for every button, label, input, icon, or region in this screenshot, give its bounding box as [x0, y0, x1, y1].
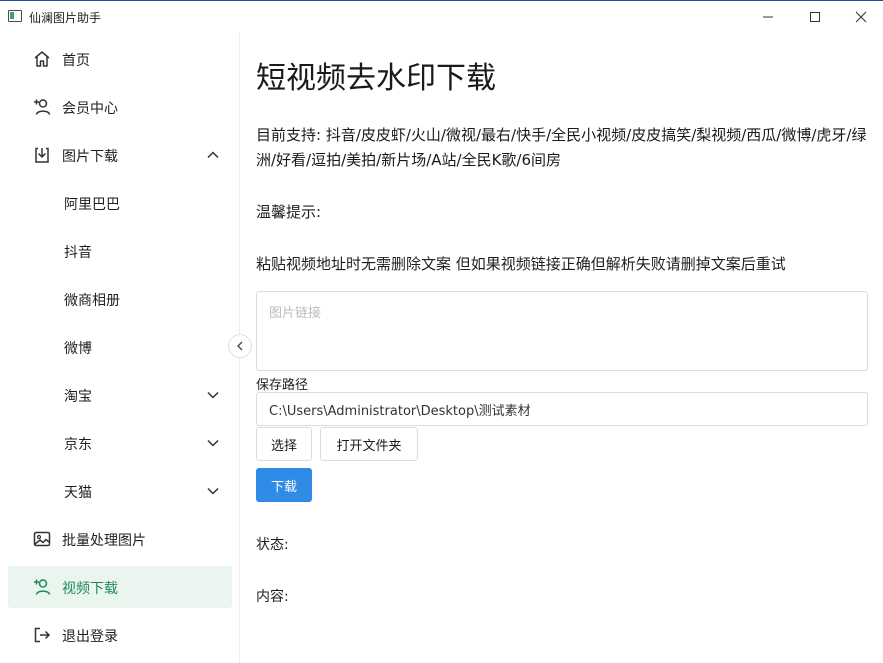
user-plus-icon [34, 579, 51, 595]
logout-icon [34, 627, 51, 643]
sidebar-item-label: 视频下载 [62, 581, 118, 597]
sidebar-item-weibo[interactable]: 微博 [8, 326, 232, 368]
window-title: 仙澜图片助手 [29, 11, 102, 25]
sidebar-item-label: 批量处理图片 [62, 533, 146, 549]
download-button[interactable]: 下载 [256, 468, 312, 502]
sidebar-item-label: 微商相册 [64, 293, 120, 309]
chevron-down-icon [207, 391, 219, 399]
home-icon [34, 51, 50, 67]
tip-title: 温馨提示: [256, 203, 322, 221]
sidebar-item-label: 抖音 [64, 245, 92, 261]
sidebar-item-label: 微博 [64, 341, 92, 357]
app-logo-icon [8, 10, 22, 22]
sidebar-item-label: 退出登录 [62, 629, 118, 645]
sidebar-item-video-download[interactable]: 视频下载 [8, 566, 232, 608]
maximize-button[interactable] [792, 1, 838, 33]
sidebar-item-batch-image[interactable]: 批量处理图片 [8, 518, 232, 560]
image-icon [33, 531, 51, 547]
close-button[interactable] [838, 1, 883, 33]
sidebar-item-taobao[interactable]: 淘宝 [8, 374, 232, 416]
sidebar-item-tmall[interactable]: 天猫 [8, 470, 232, 512]
chevron-down-icon [207, 439, 219, 447]
content-label: 内容: [256, 589, 289, 605]
sidebar-item-weishang-album[interactable]: 微商相册 [8, 278, 232, 320]
sidebar-item-label: 阿里巴巴 [64, 197, 120, 213]
sidebar-item-image-download[interactable]: 图片下载 [8, 134, 232, 176]
minimize-icon [763, 16, 773, 18]
save-path-label: 保存路径 [256, 378, 309, 393]
sidebar-item-label: 淘宝 [64, 389, 92, 405]
sidebar-item-label: 会员中心 [62, 101, 118, 117]
sidebar-item-alibaba[interactable]: 阿里巴巴 [8, 182, 232, 224]
status-label: 状态: [256, 537, 289, 553]
tip-body: 粘贴视频地址时无需删除文案 但如果视频链接正确但解析失败请删掉文案后重试 [256, 255, 786, 273]
download-icon [35, 147, 49, 163]
page-title: 短视频去水印下载 [256, 61, 496, 96]
sidebar-item-logout[interactable]: 退出登录 [8, 614, 232, 656]
close-icon [855, 11, 867, 23]
main-content: 短视频去水印下载 目前支持: 抖音/皮皮虾/火山/微视/最右/快手/全民小视频/… [241, 32, 883, 663]
open-folder-button[interactable]: 打开文件夹 [320, 427, 418, 461]
maximize-icon [810, 12, 820, 22]
sidebar-item-label: 图片下载 [62, 149, 118, 165]
user-plus-icon [34, 99, 51, 115]
sidebar-item-douyin[interactable]: 抖音 [8, 230, 232, 272]
chevron-up-icon [207, 151, 219, 159]
sidebar-item-label: 天猫 [64, 485, 92, 501]
sidebar: 首页 会员中心 图片下载 阿里巴巴 抖音 微商相册 微博 淘宝 京东 天猫 批量… [0, 32, 240, 663]
supported-platforms-text: 目前支持: 抖音/皮皮虾/火山/微视/最右/快手/全民小视频/皮皮搞笑/梨视频/… [256, 126, 867, 169]
minimize-button[interactable] [745, 1, 791, 33]
sidebar-item-jd[interactable]: 京东 [8, 422, 232, 464]
save-path-input[interactable] [256, 392, 868, 426]
sidebar-item-label: 首页 [62, 53, 90, 69]
chevron-down-icon [207, 487, 219, 495]
title-bar: 仙澜图片助手 [0, 0, 883, 32]
link-input[interactable] [256, 291, 868, 371]
sidebar-item-membership[interactable]: 会员中心 [8, 86, 232, 128]
sidebar-item-label: 京东 [64, 437, 92, 453]
sidebar-item-home[interactable]: 首页 [8, 38, 232, 80]
choose-button[interactable]: 选择 [256, 427, 312, 461]
